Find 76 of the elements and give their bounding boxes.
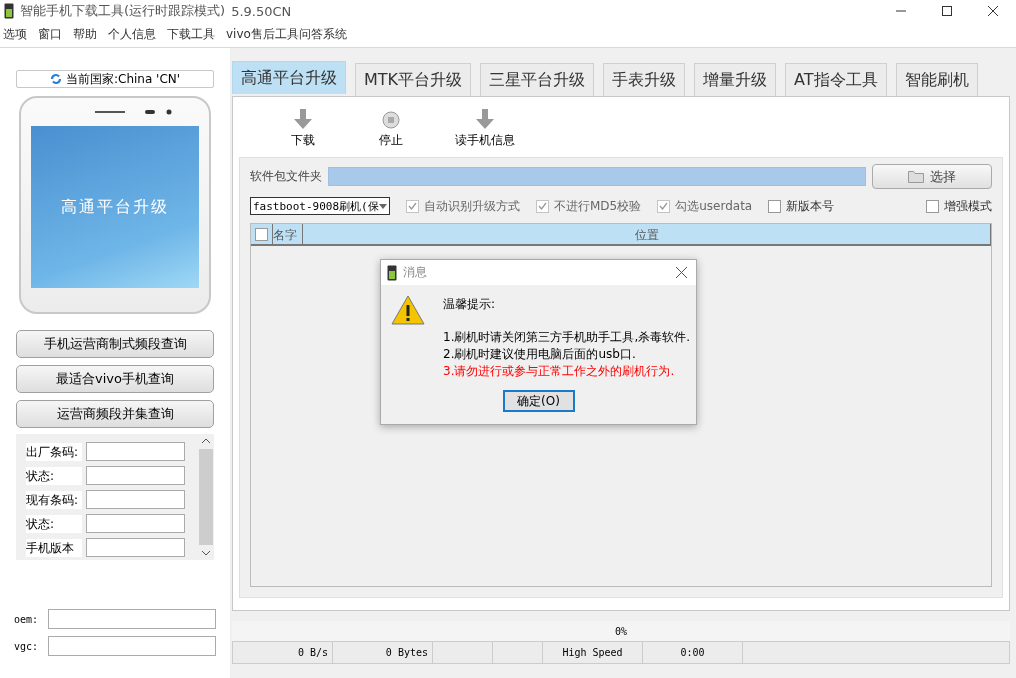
dialog-line: 3.请勿进行或参与正常工作之外的刷机行为. <box>443 363 676 380</box>
input-field[interactable] <box>48 609 216 629</box>
column-header: 名字 <box>273 224 303 244</box>
maximize-icon <box>942 6 952 16</box>
status-cell: High Speed <box>543 642 643 663</box>
progress-text: 0% <box>614 625 627 637</box>
phone-screen-text: 高通平台升级 <box>61 196 169 218</box>
status-cell: 0 Bytes <box>333 642 433 663</box>
country-button[interactable]: 当前国家:China 'CN' <box>16 70 214 88</box>
dialog-heading: 温馨提示: <box>443 296 497 313</box>
input-field[interactable] <box>86 442 185 461</box>
field-label: 现有条码: <box>26 490 82 509</box>
input-field[interactable] <box>86 538 185 557</box>
field-label: 软件包文件夹 <box>250 168 322 185</box>
dialog-title: 消息 <box>403 264 427 281</box>
checkbox-label: 勾选userdata <box>675 197 753 215</box>
tab[interactable]: 智能刷机 <box>895 63 978 96</box>
close-icon <box>675 267 687 278</box>
battery-icon <box>387 264 397 281</box>
down-arrow-icon <box>476 109 494 129</box>
close-icon <box>988 6 998 16</box>
dialog-line: 1.刷机时请关闭第三方手机助手工具,杀毒软件. <box>443 329 691 346</box>
field-label: oem: <box>14 613 40 625</box>
field-label: vgc: <box>14 640 40 652</box>
status-cell: 0:00 <box>643 642 743 663</box>
tab[interactable]: 三星平台升级 <box>480 63 595 96</box>
folder-icon <box>908 170 924 183</box>
menu-item[interactable]: 下载工具 <box>164 26 223 43</box>
stop-icon <box>382 111 400 129</box>
checkbox-label: 新版本号 <box>786 197 835 215</box>
field-label: 状态: <box>26 466 82 485</box>
checkbox-label: 不进行MD5校验 <box>554 197 642 215</box>
tab[interactable]: 手表升级 <box>603 63 686 96</box>
tab[interactable]: MTK平台升级 <box>355 63 472 96</box>
choose-button[interactable]: 选择 <box>872 164 992 189</box>
tab[interactable]: AT指令工具 <box>785 63 887 96</box>
tab[interactable]: 高通平台升级 <box>232 61 346 94</box>
status-cell: 0 B/s <box>233 642 333 663</box>
field-label: 手机版本 <box>26 538 82 557</box>
query-button[interactable]: 手机运营商制式频段查询 <box>16 330 214 358</box>
tab[interactable]: 增量升级 <box>694 63 777 96</box>
menu-item[interactable]: 帮助 <box>70 26 105 43</box>
input-field[interactable] <box>86 514 185 533</box>
checkbox[interactable] <box>255 227 268 241</box>
toolbar-button[interactable]: 读手机信息 <box>455 109 515 149</box>
input-field[interactable] <box>48 636 216 656</box>
menu-item[interactable]: 窗口 <box>35 26 70 43</box>
menu-item[interactable]: vivo售后工具问答系统 <box>223 26 355 43</box>
down-arrow-icon <box>294 109 312 129</box>
dialog-line: 2.刷机时建议使用电脑后面的usb口. <box>443 346 637 363</box>
folder-path-field[interactable] <box>328 167 866 186</box>
menu-item[interactable]: 个人信息 <box>105 26 164 43</box>
toolbar-button[interactable]: 下载 <box>279 109 327 149</box>
input-field[interactable] <box>86 490 185 509</box>
ok-button[interactable]: 确定(O) <box>502 390 575 412</box>
checkbox-label: 自动识别升级方式 <box>424 197 520 215</box>
chevron-down-icon[interactable] <box>202 551 210 556</box>
field-label: 出厂条码: <box>26 442 82 461</box>
checkbox-label: 增强模式 <box>944 197 992 215</box>
query-button[interactable]: 最适合vivo手机查询 <box>16 365 214 393</box>
checkbox[interactable] <box>926 199 939 213</box>
query-button[interactable]: 运营商频段并集查询 <box>16 400 214 428</box>
menu-item[interactable]: 选项 <box>0 26 35 43</box>
caret-icon <box>379 203 387 209</box>
mode-dropdown[interactable]: fastboot-9008刷机(保 <box>250 197 390 215</box>
chevron-up-icon[interactable] <box>202 438 210 443</box>
refresh-icon <box>49 73 62 85</box>
field-label: 状态: <box>26 514 82 533</box>
toolbar-button[interactable]: 停止 <box>367 111 415 149</box>
window-title: 智能手机下载工具(运行时跟踪模式) <box>20 2 226 20</box>
input-field[interactable] <box>86 466 185 485</box>
battery-icon <box>4 3 14 19</box>
version-text: 5.9.50CN <box>231 3 292 19</box>
column-header: 位置 <box>303 224 991 244</box>
warning-icon <box>391 295 425 325</box>
checkbox[interactable] <box>768 199 782 213</box>
